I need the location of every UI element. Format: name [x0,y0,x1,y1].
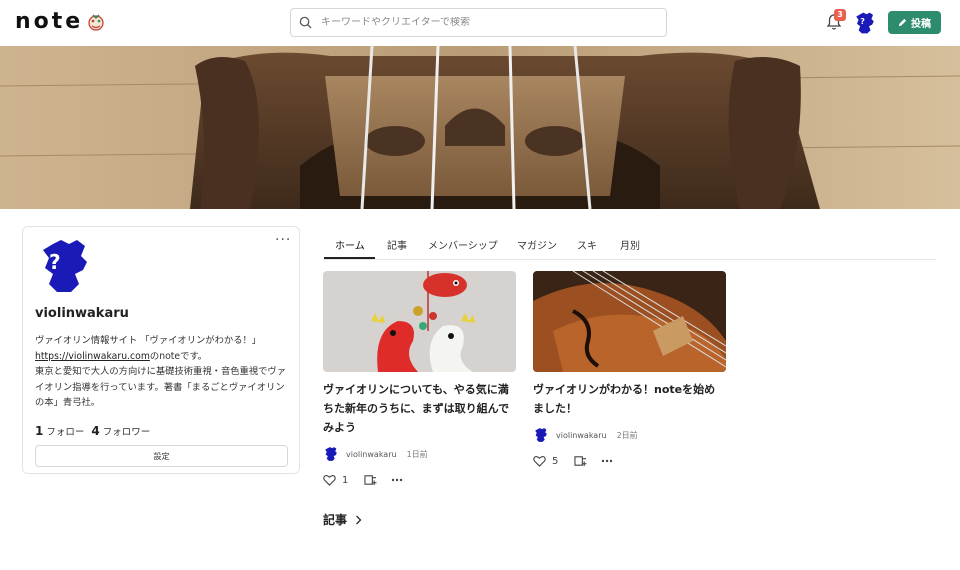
like-button[interactable]: 5 [533,455,558,467]
author-avatar[interactable] [533,427,549,443]
profile-avatar[interactable]: ? [35,236,95,296]
follow-stats: 1 フォロー 4 フォロワー [35,424,157,438]
search-box[interactable] [290,8,667,37]
bio-link[interactable]: https://violinwakaru.com [35,351,150,362]
followers-label: フォロワー [102,427,151,438]
notification-badge: 3 [834,9,846,21]
bio-line-3: 東京と愛知で大人の方向けに基礎技術重視・音色重視でヴァイオリン指導を行っています… [35,366,287,408]
following-link[interactable]: 1 フォロー [35,424,84,438]
post-time: 2日前 [616,430,638,440]
author-name[interactable]: violinwakaru [556,431,607,440]
bio-line-1: ヴァイオリン情報サイト 「ヴァイオリンがわかる！」 [35,335,262,346]
pencil-icon [898,18,907,27]
profile-tabs: ホーム 記事 メンバーシップ マガジン スキ 月別 [323,230,936,260]
author-name[interactable]: violinwakaru [346,450,397,459]
like-count: 1 [342,474,349,486]
violin-cover-illustration [0,46,960,209]
bio-link-suffix: のnoteです。 [149,350,208,362]
article-thumbnail[interactable] [323,271,516,372]
logo-text: note [15,9,84,34]
post-button-label: 投稿 [911,19,931,30]
profile-bio: ヴァイオリン情報サイト 「ヴァイオリンがわかる！」 https://violin… [35,333,293,411]
note-logo[interactable]: note [15,11,106,33]
tab-monthly[interactable]: 月別 [620,237,640,252]
post-time: 1日前 [406,449,428,459]
article-title[interactable]: ヴァイオリンがわかる！noteを始めました！ [533,380,726,418]
svg-text:?: ? [49,250,61,274]
article-card[interactable]: ヴァイオリンがわかる！noteを始めました！ violinwakaru 2日前 … [533,271,726,467]
new-year-ornaments-image [323,271,516,372]
more-options-icon[interactable]: ··· [275,233,291,247]
heart-icon [533,456,546,467]
violin-photo-image [533,271,726,372]
tab-membership[interactable]: メンバーシップ [428,237,498,252]
cover-image [0,46,960,209]
following-count: 1 [35,424,44,438]
settings-button[interactable]: 設定 [35,445,288,467]
more-options-icon[interactable] [391,478,403,482]
post-button[interactable]: 投稿 [888,11,941,34]
tab-home[interactable]: ホーム [335,237,365,252]
tab-magazine[interactable]: マガジン [517,237,557,252]
svg-text:?: ? [860,17,865,26]
search-icon [299,16,312,29]
article-author-row: violinwakaru 1日前 [323,446,516,462]
profile-card: ? ··· violinwakaru ヴァイオリン情報サイト 「ヴァイオリンがわ… [22,226,300,474]
profile-name: violinwakaru [35,306,129,321]
article-card[interactable]: ヴァイオリンについても、やる気に満ちた新年のうちに、まずは取り組んでみよう vi… [323,271,516,486]
articles-section-link[interactable]: 記事 [323,511,362,528]
following-label: フォロー [46,427,85,438]
search-input[interactable] [321,17,651,28]
top-header: note 3 ? 投稿 [0,0,960,46]
active-tab-indicator [324,257,375,259]
heart-icon [323,475,336,486]
article-thumbnail[interactable] [533,271,726,372]
logo-mascot-icon [88,14,104,31]
user-avatar[interactable]: ? [853,11,877,35]
bio-line-2: https://violinwakaru.comのnoteです。 [35,349,293,365]
add-to-magazine-icon[interactable] [574,455,587,467]
add-to-magazine-icon[interactable] [364,474,377,486]
like-count: 5 [552,455,559,467]
tab-articles[interactable]: 記事 [387,237,407,252]
like-button[interactable]: 1 [323,474,348,486]
tab-likes[interactable]: スキ [577,237,597,252]
article-actions: 5 [533,455,726,467]
author-avatar[interactable] [323,446,339,462]
more-options-icon[interactable] [601,459,613,463]
article-title[interactable]: ヴァイオリンについても、やる気に満ちた新年のうちに、まずは取り組んでみよう [323,380,516,437]
followers-count: 4 [91,424,100,438]
followers-link[interactable]: 4 フォロワー [91,424,150,438]
article-author-row: violinwakaru 2日前 [533,427,726,443]
article-actions: 1 [323,474,516,486]
section-title: 記事 [323,513,348,527]
chevron-right-icon [356,515,362,524]
